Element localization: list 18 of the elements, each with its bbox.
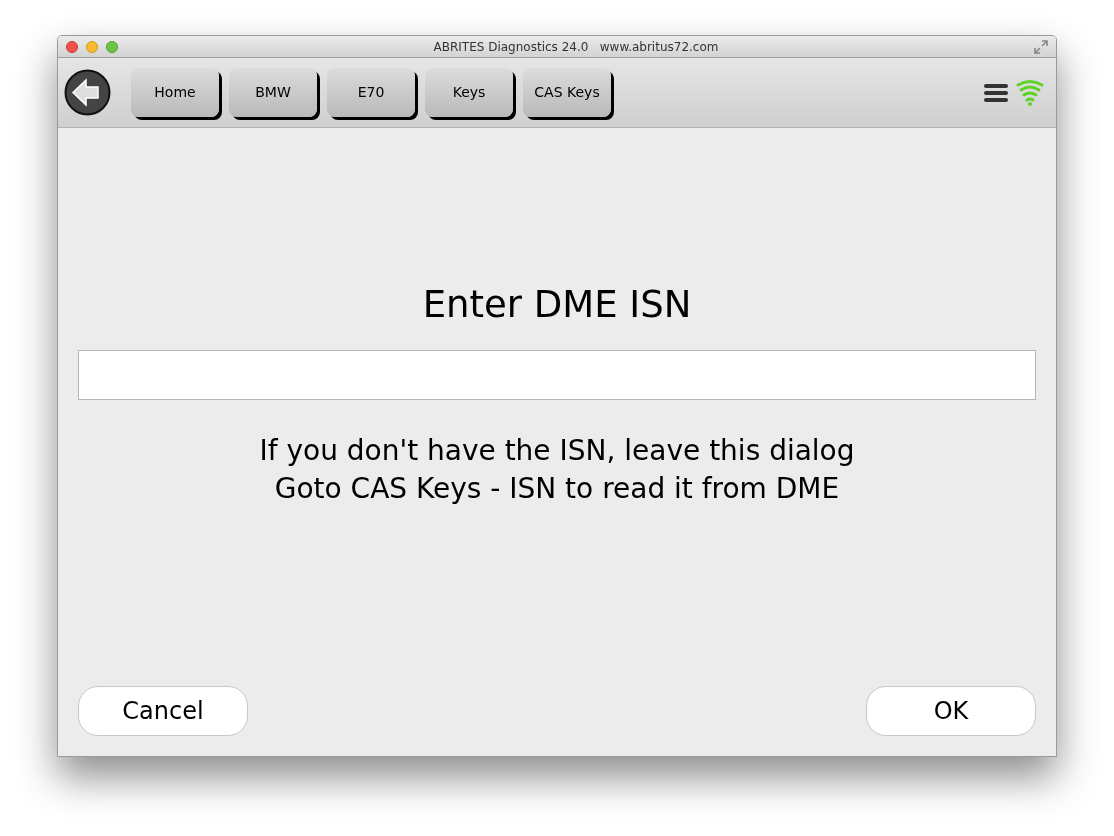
window-title: ABRITES Diagnostics 24.0 www.abritus72.com [432,38,720,56]
dialog-heading: Enter DME ISN [421,282,693,328]
isn-input-field[interactable] [78,350,1036,400]
menu-icon[interactable] [984,82,1008,103]
breadcrumb-button[interactable]: CAS Keys [523,68,611,117]
zoom-icon[interactable] [106,40,118,53]
minimize-icon[interactable] [86,40,98,53]
instruction-text: If you don't have the ISN, leave this dialog [259,433,855,469]
close-icon[interactable] [66,40,78,53]
cancel-button[interactable]: Cancel [78,686,248,736]
breadcrumb-button[interactable]: Keys [425,68,513,117]
breadcrumb-button[interactable]: Home [131,68,219,117]
instruction-text: Goto CAS Keys - ISN to read it from DME [274,471,840,507]
breadcrumb-button[interactable]: E70 [327,68,415,117]
breadcrumb-button[interactable]: BMW [229,68,317,117]
fullscreen-icon[interactable] [1034,39,1048,54]
signal-icon [1016,78,1044,107]
ok-button[interactable]: OK [866,686,1036,736]
